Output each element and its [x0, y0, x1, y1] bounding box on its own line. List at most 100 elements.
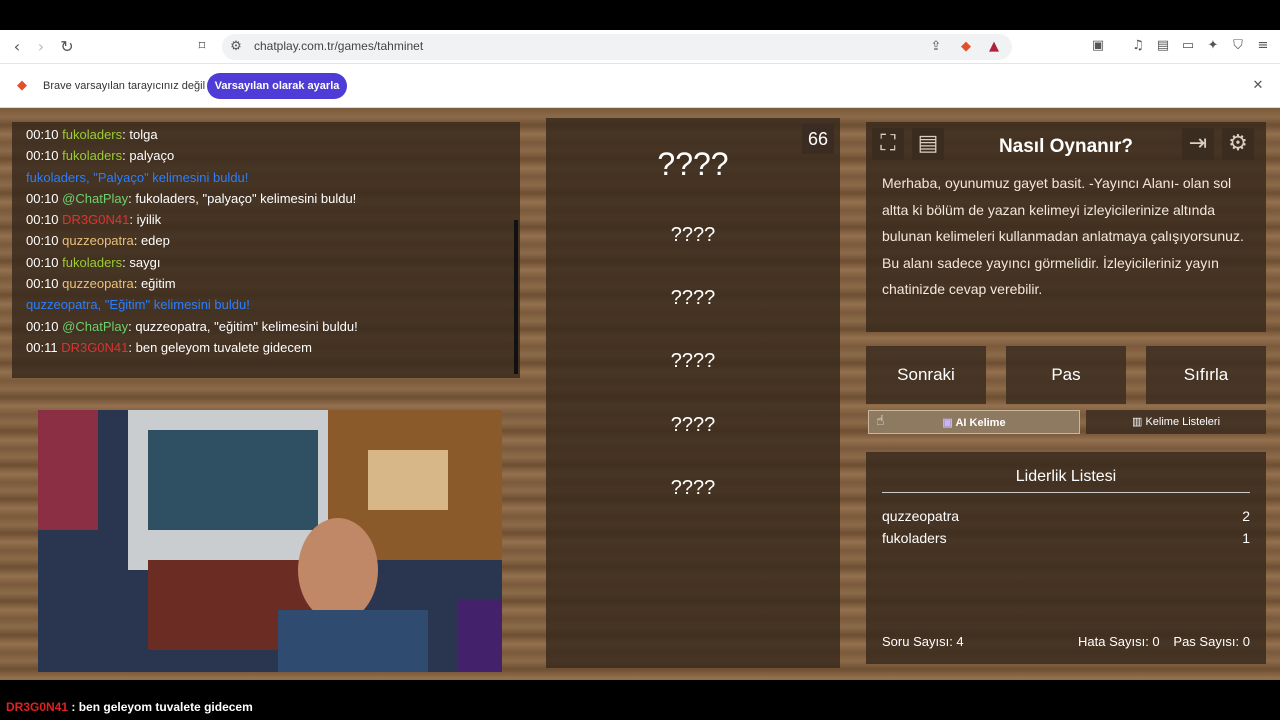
error-count: Hata Sayısı: 0: [1078, 634, 1160, 649]
site-settings-icon[interactable]: ⚙: [228, 39, 244, 55]
overlay-text: : ben geleyom tuvalete gidecem: [68, 700, 253, 714]
chat-text: "Palyaço" kelimesini buldu!: [93, 169, 249, 185]
word-lists-button[interactable]: ▥ Kelime Listeleri: [1086, 410, 1266, 434]
chat-user: DR3G0N41: [61, 339, 129, 355]
list-icon: ▥: [1131, 416, 1143, 428]
chat-message: quzzeopatra, "Eğitim" kelimesini buldu!: [26, 294, 506, 315]
chat-time: 00:10: [26, 148, 63, 164]
chat-message: 00:10 fukoladers: palyaço: [26, 145, 506, 166]
game-stage: 00:10 fukoladers: tolga 00:10 fukoladers:…: [0, 108, 1280, 680]
chat-user: @ChatPlay: [62, 318, 129, 334]
hidden-word: ????: [670, 350, 716, 372]
hidden-word: ????: [670, 477, 716, 499]
chat-text: : tolga: [122, 127, 158, 142]
robot-icon: ▣: [942, 417, 953, 429]
ai-word-button[interactable]: ▣ AI Kelime: [868, 410, 1080, 434]
close-icon[interactable]: ✕: [1250, 78, 1266, 94]
player-score: 2: [1242, 508, 1250, 524]
chat-user: @ChatPlay: [62, 190, 129, 206]
media-icon[interactable]: ♫: [1130, 38, 1146, 54]
leaderboard-title: Liderlik Listesi: [1015, 468, 1117, 485]
chat-text: : palyaço: [122, 148, 175, 164]
tab-search-icon[interactable]: ▣: [1090, 38, 1106, 54]
chat-user: fukoladers: [62, 127, 123, 142]
forward-icon[interactable]: ›: [32, 38, 50, 56]
game-stats: Soru Sayısı: 4 Hata Sayısı: 0 Pas Sayısı…: [882, 634, 1250, 649]
chat-message: 00:10 fukoladers: saygı: [26, 252, 506, 273]
default-browser-infobar: ◆ Brave varsayılan tarayıcınız değil Var…: [0, 64, 1280, 108]
chat-time: 00:10: [26, 318, 63, 334]
webcam-image: [38, 410, 502, 672]
how-to-play-text: Merhaba, oyunumuz gayet basit. -Yayıncı …: [882, 175, 1244, 298]
chat-user: DR3G0N41: [62, 212, 130, 228]
ai-word-label: AI Kelime: [955, 417, 1006, 429]
chat-time: 00:11: [26, 339, 62, 355]
leaderboard-divider: [882, 492, 1250, 493]
browser-toolbar: ‹ › ↻ ⌑ ⚙ chatplay.com.tr/games/tahminet…: [0, 30, 1280, 64]
question-count: Soru Sayısı: 4: [882, 634, 964, 649]
chat-message: 00:10 fukoladers: tolga: [26, 124, 506, 145]
chat-message: 00:10 quzzeopatra: edep: [26, 230, 506, 251]
chat-message: 00:10 quzzeopatra: eğitim: [26, 273, 506, 294]
chat-text: "Eğitim" kelimesini buldu!: [104, 297, 250, 313]
chat-panel: 00:10 fukoladers: tolga 00:10 fukoladers:…: [12, 122, 520, 378]
chat-time: 00:10: [26, 190, 63, 206]
wallet-icon[interactable]: ▭: [1180, 38, 1196, 54]
chat-user: quzzeopatra: [62, 276, 134, 292]
chat-message: 00:10 @ChatPlay: fukoladers, "palyaço" k…: [26, 188, 506, 209]
leaderboard-panel: Liderlik Listesi quzzeopatra 2 fukolader…: [866, 452, 1266, 664]
hidden-word: ????: [670, 224, 716, 246]
chat-message: 00:10 @ChatPlay: quzzeopatra, "eğitim" k…: [26, 316, 506, 337]
leaderboard-row: quzzeopatra 2: [882, 508, 1250, 524]
infobar-message: Brave varsayılan tarayıcınız değil: [43, 80, 206, 92]
player-name: fukoladers: [882, 530, 947, 546]
chat-text: : iyilik: [129, 212, 162, 228]
chat-text: : quzzeopatra, "eğitim" kelimesini buldu…: [128, 318, 358, 334]
chat-message: 00:11 DR3G0N41: ben geleyom tuvalete gid…: [26, 337, 506, 358]
chat-user: fukoladers: [62, 254, 123, 270]
mouse-cursor-icon: ☝: [876, 413, 885, 429]
stream-overlay-bar: DR3G0N41 : ben geleyom tuvalete gidecem: [0, 680, 1280, 720]
vpn-icon[interactable]: ⛉: [1230, 38, 1246, 54]
webcam-feed: [38, 410, 502, 672]
chat-text: : fukoladers, "palyaço" kelimesini buldu…: [128, 190, 357, 206]
how-to-play-panel: ⛶ ▤ Nasıl Oynanır? ⇥ ⚙ Merhaba, oyunumuz…: [866, 122, 1266, 332]
brave-shields-icon[interactable]: ◆: [958, 39, 974, 55]
reload-icon[interactable]: ↻: [58, 38, 76, 56]
chat-user: quzzeopatra,: [26, 297, 105, 313]
brave-rewards-icon[interactable]: ▲: [986, 39, 1002, 55]
settings-gear-icon[interactable]: ⚙: [1222, 128, 1254, 160]
chat-time: 00:10: [26, 212, 63, 228]
overlay-chat-message: DR3G0N41 : ben geleyom tuvalete gidecem: [6, 700, 253, 714]
pass-count: Pas Sayısı: 0: [1173, 634, 1250, 649]
chat-message: fukoladers, "Palyaço" kelimesini buldu!: [26, 167, 506, 188]
word-lists-label: Kelime Listeleri: [1145, 416, 1221, 428]
pass-button[interactable]: Pas: [1006, 346, 1126, 404]
hidden-word: ????: [670, 414, 716, 436]
leo-ai-icon[interactable]: ✦: [1205, 38, 1221, 54]
word-column: 66 ???? ???? ???? ???? ???? ????: [546, 118, 840, 668]
address-bar[interactable]: ⚙ chatplay.com.tr/games/tahminet ⇪ ◆ ▲: [222, 34, 1012, 60]
chat-time: 00:10: [26, 276, 63, 292]
menu-icon[interactable]: ≡: [1255, 38, 1271, 54]
bookmark-icon[interactable]: ⌑: [193, 38, 211, 56]
chat-user: quzzeopatra: [62, 233, 134, 249]
chat-time: 00:10: [26, 127, 63, 142]
exit-icon[interactable]: ⇥: [1182, 128, 1214, 160]
chat-text: : edep: [133, 233, 170, 249]
chat-scrollbar[interactable]: [514, 220, 518, 374]
chat-message: 00:10 DR3G0N41: iyilik: [26, 209, 506, 230]
chat-time: 00:10: [26, 233, 63, 249]
back-icon[interactable]: ‹: [8, 38, 26, 56]
chat-text: : eğitim: [133, 276, 176, 292]
leaderboard-row: fukoladers 1: [882, 530, 1250, 546]
share-icon[interactable]: ⇪: [928, 39, 944, 55]
brave-logo-icon: ◆: [17, 78, 27, 93]
window-top-bar: [0, 0, 1280, 30]
chat-user: fukoladers: [62, 148, 123, 164]
chat-user: fukoladers,: [26, 169, 94, 185]
next-button[interactable]: Sonraki: [866, 346, 986, 404]
sidebar-icon[interactable]: ▤: [1155, 38, 1171, 54]
set-default-button[interactable]: Varsayılan olarak ayarla: [207, 73, 347, 99]
reset-button[interactable]: Sıfırla: [1146, 346, 1266, 404]
